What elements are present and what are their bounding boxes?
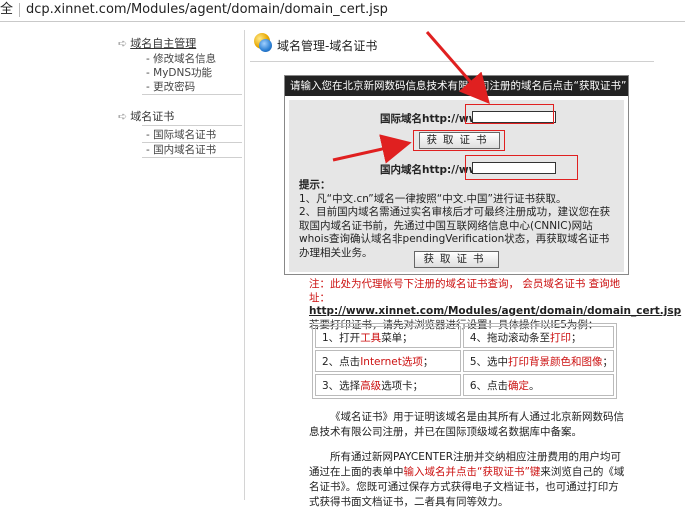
print-step: 2、点击Internet选项； xyxy=(315,350,461,372)
print-step: 1、打开工具菜单； xyxy=(315,326,461,348)
cert-description: 《域名证书》用于证明该域名是由其所有人通过北京新网数码信息技术有限公司注册，并已… xyxy=(309,411,624,438)
cert-usage-description: 所有通过新网PAYCENTER注册并交纳相应注册费用的用户均可通过在上面的表单中… xyxy=(309,451,625,508)
arrow-icon xyxy=(425,31,490,105)
arrow-icon xyxy=(332,134,412,164)
print-step: 4、拖动滚动条至打印； xyxy=(462,326,614,348)
print-step: 6、点击确定。 xyxy=(462,374,614,396)
print-step: 3、选择高级选项卡； xyxy=(315,374,461,396)
print-step: 5、选中打印背景颜色和图像； xyxy=(462,350,614,372)
cert-query-link[interactable]: http://www.xinnet.com/Modules/agent/doma… xyxy=(309,305,681,319)
print-steps-table: 1、打开工具菜单； 4、拖动滚动条至打印； 2、点击Internet选项； 5、… xyxy=(312,323,617,399)
notice-line-1: 注：此处为代理帐号下注册的域名证书查询， 会员域名证书 查询地址： xyxy=(309,278,621,304)
